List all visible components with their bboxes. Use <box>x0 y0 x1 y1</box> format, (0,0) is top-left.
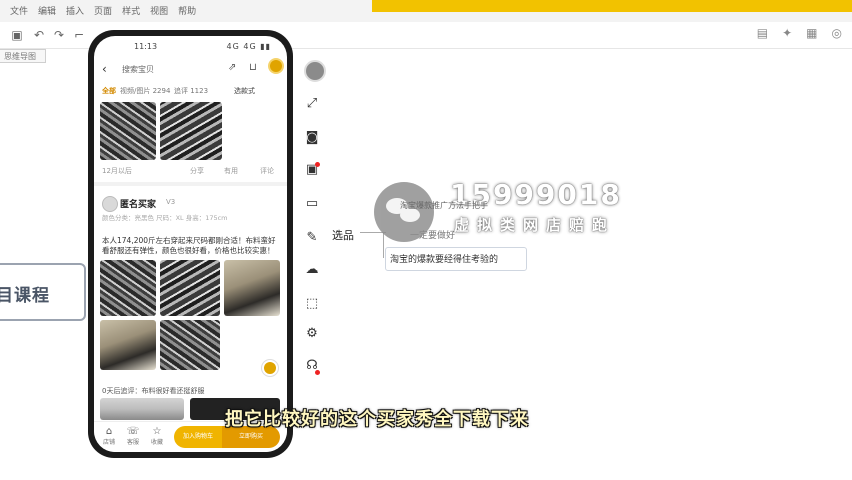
review-text: 本人174,200斤左右穿起来尺码都刚合适！布料蛮好看舒服还有弹性，颜色也很好看… <box>102 236 276 255</box>
shop-tab[interactable]: ⌂ 店铺 <box>98 426 120 446</box>
settings-icon[interactable]: ◎ <box>832 26 842 40</box>
menu-item[interactable]: 帮助 <box>178 4 196 17</box>
reviewer-level: V3 <box>166 198 176 206</box>
toolbar-right: ▤ ✦ ▦ ◎ <box>757 26 842 40</box>
review-photo[interactable] <box>160 260 220 316</box>
status-time: 11:13 <box>134 42 158 51</box>
review-photo[interactable] <box>100 260 156 316</box>
menu-item[interactable]: 样式 <box>122 4 140 17</box>
menu-item[interactable]: 视图 <box>150 4 168 17</box>
shop-icon: ⌂ <box>105 426 113 437</box>
fullscreen-icon[interactable]: ⤢ <box>304 96 320 112</box>
star-icon: ☆ <box>152 426 162 437</box>
review-photo[interactable] <box>160 102 222 160</box>
document-tab[interactable]: 思维导图 <box>0 49 46 63</box>
notification-badge <box>315 162 320 167</box>
post-date: 12月以后 <box>102 167 132 175</box>
review-filter-row: 全部 视频/图片 2294 追评 1123 选款式 <box>94 84 287 98</box>
add-cart-button[interactable]: 加入购物车 <box>174 426 222 448</box>
chat-icon: ☏ <box>126 426 140 437</box>
phone-frame: 11:13 4G 4G ▮▮ ‹ 搜索宝贝 ⇗ ⊔ 全部 视频/图片 2294 … <box>88 30 293 458</box>
back-icon[interactable]: ‹ <box>102 62 107 76</box>
course-node[interactable]: 目课程 <box>0 263 86 321</box>
review-photo[interactable] <box>224 260 280 316</box>
service-label: 客服 <box>126 439 139 446</box>
live-badge <box>315 370 320 375</box>
menu-item[interactable]: 页面 <box>94 4 112 17</box>
review-photo[interactable] <box>100 320 156 370</box>
save-icon[interactable]: ▣ <box>10 28 24 42</box>
menu-item[interactable]: 文件 <box>10 4 28 17</box>
menu-item[interactable]: 编辑 <box>38 4 56 17</box>
mindmap-node[interactable]: 选品 <box>332 227 354 243</box>
undo-icon[interactable]: ↶ <box>32 28 46 42</box>
like-action[interactable]: 有用 <box>224 166 238 176</box>
fav-tab[interactable]: ☆ 收藏 <box>146 426 168 446</box>
watermark: 15999018 虚拟类网店赔跑 淘宝爆款推广方法手把手 <box>370 170 642 246</box>
promo-icon[interactable] <box>270 60 282 72</box>
share-icon[interactable]: ⇗ <box>228 62 236 73</box>
divider <box>94 182 287 186</box>
watermark-subtitle: 虚拟类网店赔跑 <box>454 216 616 234</box>
filter-followup[interactable]: 追评 1123 <box>174 86 208 96</box>
review-photo[interactable] <box>160 320 220 370</box>
video-subtitle: 把它比较好的这个买家秀全下载下来 <box>225 409 529 430</box>
bulb-icon[interactable]: ✦ <box>782 26 792 40</box>
followup-text: 0天后追评：布料很好看还挺舒服 <box>102 387 205 395</box>
phone-screen: 11:13 4G 4G ▮▮ ‹ 搜索宝贝 ⇗ ⊔ 全部 视频/图片 2294 … <box>94 36 287 452</box>
search-input[interactable]: 搜索宝贝 <box>122 64 154 75</box>
camera-icon[interactable]: ◙ <box>304 130 320 146</box>
filter-style[interactable]: 选款式 <box>234 86 255 96</box>
avatar <box>102 196 118 212</box>
status-signal: 4G 4G ▮▮ <box>226 42 271 51</box>
crop-icon[interactable]: ⬚ <box>304 296 320 312</box>
template-icon[interactable]: ▤ <box>757 26 768 40</box>
reviewer-name: 匿名买家 <box>120 200 157 210</box>
cart-icon[interactable]: ⊔ <box>249 62 257 73</box>
shop-label: 店铺 <box>102 439 115 446</box>
pen-icon[interactable]: ✎ <box>304 230 320 246</box>
comment-action[interactable]: 评论 <box>260 166 274 176</box>
spec-text: 颜色分类：亮黑色 尺码：XL 身高：175cm <box>102 214 228 222</box>
user-avatar[interactable] <box>304 60 326 82</box>
share-action[interactable]: 分享 <box>190 166 204 176</box>
wechat-icon <box>374 182 434 242</box>
course-label: 目课程 <box>0 286 50 306</box>
status-bar: 11:13 4G 4G ▮▮ <box>94 42 287 54</box>
title-bar-accent <box>372 0 852 12</box>
cloud-icon[interactable]: ☁ <box>304 262 320 278</box>
search-bar: ‹ 搜索宝贝 ⇗ ⊔ <box>94 58 287 80</box>
float-button[interactable] <box>264 362 276 374</box>
watermark-overlay-text: 淘宝爆款推广方法手把手 <box>400 201 488 210</box>
filter-video[interactable]: 视频/图片 2294 <box>120 86 170 96</box>
mindmap-child[interactable]: 淘宝的爆款要经得住考验的 <box>390 252 498 265</box>
screen-icon[interactable]: ▭ <box>304 196 320 212</box>
service-tab[interactable]: ☏ 客服 <box>122 426 144 446</box>
filter-all[interactable]: 全部 <box>102 86 116 96</box>
menu-bar: 文件 编辑 插入 页面 样式 视图 帮助 <box>10 4 196 17</box>
gear-icon[interactable]: ⚙ <box>304 326 320 342</box>
review-photo[interactable] <box>100 102 156 160</box>
grid-icon[interactable]: ▦ <box>806 26 817 40</box>
review-photo[interactable] <box>100 398 184 420</box>
title-bar: 文件 编辑 插入 页面 样式 视图 帮助 <box>0 0 852 23</box>
fav-label: 收藏 <box>150 439 163 446</box>
format-icon[interactable]: ⌐ <box>72 28 86 42</box>
menu-item[interactable]: 插入 <box>66 4 84 17</box>
redo-icon[interactable]: ↷ <box>52 28 66 42</box>
